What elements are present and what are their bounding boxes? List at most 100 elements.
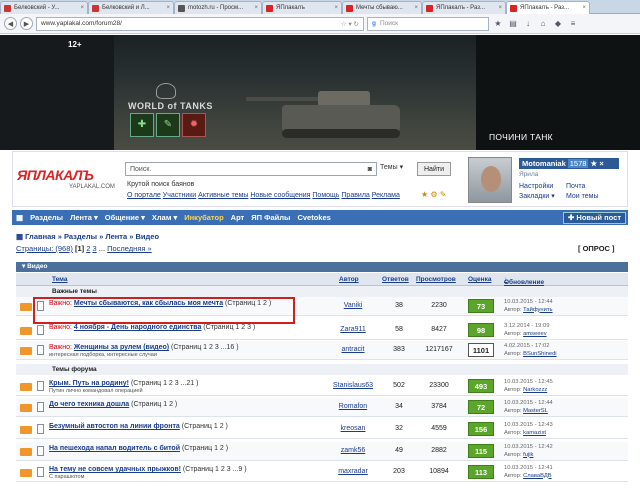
- mail-link[interactable]: Почта: [566, 182, 599, 192]
- browser-tab[interactable]: ЯПлакалъ - Раз... ×: [422, 1, 506, 14]
- browser-search-input[interactable]: g Поиск: [367, 16, 489, 31]
- topic-link[interactable]: Женщины за рулем (видео): [74, 344, 169, 351]
- menu-art[interactable]: Арт: [231, 213, 245, 222]
- envelope-icon[interactable]: [20, 347, 32, 355]
- envelope-icon[interactable]: [20, 303, 32, 311]
- browser-tab-active[interactable]: ЯПлакалъ - Раз... ×: [506, 1, 590, 14]
- home-icon[interactable]: ⌂: [537, 18, 549, 30]
- download-icon[interactable]: ↓: [522, 18, 534, 30]
- site-search-input[interactable]: Поиск. ◙: [125, 162, 377, 176]
- close-icon[interactable]: ×: [78, 5, 84, 11]
- topic-author[interactable]: antracit: [322, 346, 384, 353]
- settings-link[interactable]: Настройки: [519, 182, 555, 192]
- col-views[interactable]: Просмотров: [416, 276, 456, 283]
- new-post-button[interactable]: ✚ Новый пост: [563, 211, 626, 224]
- last-author-link[interactable]: fujik: [523, 452, 533, 458]
- topic-author[interactable]: Zara911: [322, 326, 384, 333]
- table-row[interactable]: На тему не совсем удачных прыжков! (Стра…: [16, 463, 628, 482]
- envelope-icon[interactable]: [20, 426, 32, 434]
- site-logo[interactable]: ЯПЛАКАЛЪ: [17, 167, 94, 183]
- topic-pages[interactable]: (Страниц 1 2 3 ...21 ): [129, 380, 199, 387]
- menu-chat[interactable]: Общение ▾: [105, 213, 145, 222]
- col-replies[interactable]: Ответов: [382, 276, 409, 283]
- close-icon[interactable]: ×: [164, 5, 170, 11]
- game-ad-banner[interactable]: 12+ WORLD of TANKS ✚ ✎ ✹ ПОЧИНИ ТАНК: [0, 35, 640, 150]
- menu-sections[interactable]: Разделы: [30, 213, 63, 222]
- link-about[interactable]: О портале: [127, 192, 161, 199]
- last-author-link[interactable]: СлаваВДВ: [523, 473, 552, 479]
- table-row[interactable]: Важно: Женщины за рулем (видео) (Страниц…: [16, 341, 628, 360]
- breadcrumb[interactable]: ▦ Главная » Разделы » Лента » Видео: [16, 232, 159, 241]
- last-author-link[interactable]: BSunShinedi: [523, 351, 557, 357]
- last-author-link[interactable]: amseeev: [523, 331, 547, 337]
- topic-author[interactable]: Romafon: [322, 403, 384, 410]
- menu-junk[interactable]: Хлам ▾: [152, 213, 177, 222]
- topic-pages[interactable]: (Страниц 1 2 3 ): [201, 324, 255, 331]
- topic-pages[interactable]: (Страниц 1 2 3 ...16 ): [169, 344, 239, 351]
- topic-author[interactable]: maxradar: [322, 468, 384, 475]
- last-author-link[interactable]: MasterSL: [523, 408, 548, 414]
- last-author-link[interactable]: kamazist: [523, 430, 546, 436]
- topic-link[interactable]: 4 ноября - День народного единства: [74, 324, 201, 331]
- poll-button[interactable]: [ ОПРОС ]: [578, 244, 615, 253]
- close-icon[interactable]: ×: [332, 5, 338, 11]
- clipboard-icon[interactable]: ▤: [507, 18, 519, 30]
- bookmark-star-icon[interactable]: ☆ ▾ ↻: [341, 20, 359, 28]
- link-ads[interactable]: Реклама: [372, 192, 400, 199]
- topic-author[interactable]: Vaniki: [322, 302, 384, 309]
- menu-files[interactable]: ЯП Файлы: [251, 213, 290, 222]
- my-topics-link[interactable]: Мои темы: [566, 192, 599, 202]
- browser-tab[interactable]: Белковский - У... ×: [0, 1, 88, 14]
- last-author-link[interactable]: Narkozzz: [523, 387, 547, 393]
- browser-tab[interactable]: Мечты сбываю... ×: [342, 1, 422, 14]
- browser-tab[interactable]: motozh.ru - Просм... ×: [174, 1, 262, 14]
- link-members[interactable]: Участники: [163, 192, 196, 199]
- table-row[interactable]: На пешехода напал водитель с битой (Стра…: [16, 442, 628, 461]
- ad-call-to-action[interactable]: ПОЧИНИ ТАНК: [489, 132, 553, 142]
- col-updated[interactable]: Обновление ↓: [504, 276, 544, 286]
- menu-cvetokes[interactable]: Cvetokes: [297, 213, 330, 222]
- close-icon[interactable]: ×: [252, 5, 258, 11]
- topic-pages[interactable]: (Страниц 1 2 3 ...9 ): [181, 466, 247, 473]
- col-rating[interactable]: Оценка: [468, 276, 491, 283]
- link-new-messages[interactable]: Новые сообщения: [250, 192, 310, 199]
- star-icon[interactable]: ★: [492, 18, 504, 30]
- username-badge[interactable]: Motomaniak 1578 ★ ×: [519, 158, 619, 169]
- envelope-icon[interactable]: [20, 383, 32, 391]
- topic-link[interactable]: Крым. Путь на родину!: [49, 380, 129, 387]
- close-icon[interactable]: ×: [412, 5, 418, 11]
- menu-icon[interactable]: ≡: [567, 18, 579, 30]
- addon-icon[interactable]: ◆: [552, 18, 564, 30]
- table-row[interactable]: Крым. Путь на родину! (Страниц 1 2 3 ...…: [16, 377, 628, 396]
- link-help[interactable]: Помощь: [312, 192, 339, 199]
- search-tagline[interactable]: Крутой поиск баянов: [127, 181, 194, 188]
- menu-incubator[interactable]: Инкубатор: [184, 213, 223, 222]
- close-icon[interactable]: ×: [599, 159, 603, 168]
- col-author[interactable]: Автор: [339, 276, 359, 283]
- link-active-topics[interactable]: Активные темы: [198, 192, 248, 199]
- forward-icon[interactable]: ▶: [20, 17, 33, 30]
- last-author-link[interactable]: Тайфунить: [523, 307, 552, 313]
- topic-author[interactable]: kreosan: [322, 425, 384, 432]
- close-icon[interactable]: ×: [580, 5, 586, 11]
- find-button[interactable]: Найти: [417, 162, 451, 176]
- col-topic[interactable]: Тема: [52, 276, 68, 283]
- envelope-icon[interactable]: [20, 327, 32, 335]
- back-icon[interactable]: ◀: [4, 17, 17, 30]
- close-icon[interactable]: ×: [496, 5, 502, 11]
- topic-pages[interactable]: (Страниц 1 2 ): [129, 401, 177, 408]
- topic-author[interactable]: zamk56: [322, 447, 384, 454]
- address-bar[interactable]: www.yaplakal.com/forum28/☆ ▾ ↻: [36, 16, 364, 31]
- header-tool-icons[interactable]: ★ ⚙ ✎: [421, 190, 447, 199]
- bookmarks-link[interactable]: Закладки ▾: [519, 192, 555, 202]
- table-row[interactable]: До чего техника дошла (Страниц 1 2 ) Roma…: [16, 398, 628, 417]
- envelope-icon[interactable]: [20, 448, 32, 456]
- topic-pages[interactable]: (Страниц 1 2 ): [180, 423, 228, 430]
- avatar[interactable]: [468, 157, 512, 203]
- camera-icon[interactable]: ◙: [368, 166, 372, 173]
- topic-link[interactable]: До чего техника дошла: [49, 401, 129, 408]
- topic-link[interactable]: На пешехода напал водитель с битой: [49, 445, 180, 452]
- topic-link[interactable]: На тему не совсем удачных прыжков!: [49, 466, 181, 473]
- browser-tab[interactable]: Белковский и Л... ×: [88, 1, 174, 14]
- search-scope-select[interactable]: Темы ▾: [380, 163, 403, 171]
